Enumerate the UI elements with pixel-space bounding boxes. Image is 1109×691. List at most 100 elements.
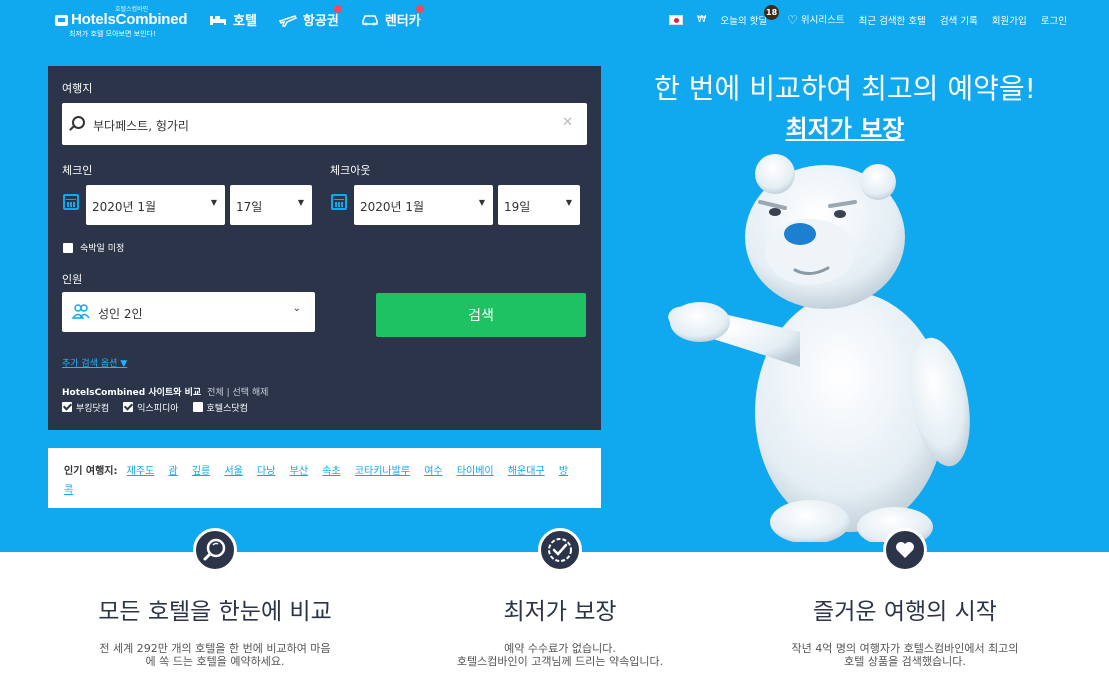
recent-hotels-link[interactable]: 최근 검색한 호텔 — [859, 13, 926, 27]
dropdown-arrow-icon: ▼ — [210, 198, 217, 207]
destination-link[interactable]: 서울 — [224, 466, 242, 477]
nav-hotels[interactable]: 호텔 — [209, 10, 257, 29]
no-dates-label: 숙박일 미정 — [80, 244, 125, 254]
destination-link[interactable]: 타이베이 — [457, 466, 494, 477]
destination-link[interactable]: 코타키나발루 — [355, 466, 410, 477]
site-option-booking[interactable]: 부킹닷컴 — [62, 401, 109, 414]
search-icon — [72, 116, 85, 129]
headline-main: 한 번에 비교하여 최고의 예약을! — [654, 72, 1036, 105]
more-search-options-link[interactable]: 추가 검색 옵션 ▼ — [62, 356, 127, 369]
feature-desc-line: 전 세계 292만 개의 호텔을 한 번에 비교하여 마음 — [99, 642, 331, 655]
top-navigation-bar: 호텔스컴바인 HotelsCombined 최저가 호텔 모아보면 보인다! 호… — [0, 0, 1109, 42]
destination-link[interactable]: 제주도 — [127, 466, 155, 477]
site-label: 익스피디아 — [137, 404, 179, 414]
nav-cars-label: 렌터카 — [384, 14, 421, 29]
heart-icon — [883, 528, 927, 572]
airplane-icon — [278, 14, 297, 27]
site-checkbox[interactable] — [62, 402, 72, 412]
nav-flights[interactable]: 항공권 — [278, 5, 342, 29]
site-checkbox[interactable] — [192, 402, 203, 412]
heart-icon: ♡ — [787, 13, 798, 27]
compare-sites-header: HotelsCombined 사이트와 비교 전체 | 선택 해제 — [62, 385, 268, 398]
guests-value: 성인 2인 — [98, 307, 143, 321]
calendar-icon[interactable] — [63, 194, 79, 210]
destination-link[interactable]: 해운대구 — [508, 466, 545, 477]
feature-desc-line: 에 쏙 드는 호텔을 예약하세요. — [145, 655, 285, 668]
nav-cars[interactable]: 렌터카 — [361, 5, 424, 29]
compare-sites-list: 부킹닷컴 익스피디아 호텔스닷컴 — [62, 401, 248, 414]
headline-best-price[interactable]: 최저가 보장 — [625, 109, 1065, 144]
destination-link[interactable]: 괌 — [168, 466, 177, 477]
destination-link[interactable]: 부산 — [290, 466, 308, 477]
feature-travel-start: 즐거운 여행의 시작 작년 4억 명의 여행자가 호텔스컴바인에서 최고의 호텔… — [725, 528, 1085, 668]
wishlist-link[interactable]: ♡ 위시리스트 — [787, 12, 844, 27]
compare-toggle-link[interactable]: 전체 | 선택 해제 — [207, 388, 268, 398]
site-option-hotels[interactable]: 호텔스닷컴 — [192, 401, 248, 414]
destination-link[interactable]: 다낭 — [257, 466, 275, 477]
checkin-month-select[interactable]: 2020년 1월 ▼ — [86, 185, 225, 225]
calendar-icon[interactable] — [331, 194, 347, 210]
logo-tagline: 최저가 호텔 모아보면 보인다! — [69, 30, 156, 38]
checkmark-badge-icon — [538, 528, 582, 572]
dropdown-arrow-icon: ▼ — [478, 198, 485, 207]
destination-input[interactable]: 부다페스트, 헝가리 ✕ — [62, 103, 587, 145]
checkout-day-value: 19일 — [504, 200, 531, 214]
checkout-month-value: 2020년 1월 — [360, 200, 425, 214]
notification-dot — [415, 5, 424, 13]
feature-description: 전 세계 292만 개의 호텔을 한 번에 비교하여 마음 에 쏙 드는 호텔을… — [35, 642, 395, 668]
destination-link[interactable]: 속초 — [322, 466, 340, 477]
feature-compare-all: 모든 호텔을 한눈에 비교 전 세계 292만 개의 호텔을 한 번에 비교하여… — [35, 528, 395, 668]
compare-label: HotelsCombined 사이트와 비교 — [62, 388, 202, 398]
checkin-day-value: 17일 — [236, 200, 263, 214]
guests-label: 인원 — [62, 273, 83, 286]
checkout-day-select[interactable]: 19일 ▼ — [498, 185, 580, 225]
car-icon — [362, 14, 378, 25]
feature-best-price: 최저가 보장 예약 수수료가 없습니다. 호텔스컴바인이 고객님께 드리는 약속… — [380, 528, 740, 668]
magnifier-icon — [193, 528, 237, 572]
feature-desc-line: 작년 4억 명의 여행자가 호텔스컴바인에서 최고의 — [791, 642, 1019, 655]
polar-bear-mascot — [668, 154, 970, 542]
checkout-month-select[interactable]: 2020년 1월 ▼ — [354, 185, 493, 225]
feature-desc-line: 호텔 상품을 검색했습니다. — [844, 655, 966, 668]
people-icon — [72, 304, 90, 319]
destination-link[interactable]: 깊릉 — [192, 466, 210, 477]
checkin-label: 체크인 — [62, 164, 93, 177]
search-button[interactable]: 검색 — [376, 293, 586, 337]
site-label: 호텔스닷컴 — [206, 404, 248, 414]
site-checkbox[interactable] — [123, 402, 134, 412]
site-option-expedia[interactable]: 익스피디아 — [123, 401, 179, 414]
checkin-day-select[interactable]: 17일 ▼ — [230, 185, 312, 225]
destination-label: 여행지 — [62, 82, 93, 95]
hotelscombined-logo[interactable]: 호텔스컴바인 HotelsCombined 최저가 호텔 모아보면 보인다! — [55, 4, 188, 38]
korea-flag-icon[interactable] — [668, 14, 683, 25]
chevron-down-icon: ⌄ — [292, 303, 301, 314]
todays-deals-label: 오늘의 핫딜 — [720, 15, 768, 27]
currency-selector[interactable]: ₩ — [697, 14, 706, 25]
search-history-link[interactable]: 검색 기록 — [940, 13, 978, 27]
logo-name: HotelsCombined — [71, 11, 188, 28]
feature-title: 즐거운 여행의 시작 — [813, 599, 997, 625]
popular-destinations: 인기 여행지: 제주도 괌 깊릉 서울 다낭 부산 속초 코타키나발루 여수 타… — [48, 448, 601, 508]
no-dates-checkbox[interactable] — [63, 243, 73, 253]
nav-flights-label: 항공권 — [302, 14, 339, 29]
login-link[interactable]: 로그인 — [1041, 13, 1067, 27]
deals-count-badge: 18 — [764, 4, 780, 20]
todays-deals-link[interactable]: 오늘의 핫딜 18 — [720, 4, 780, 27]
nav-hotels-label: 호텔 — [233, 14, 257, 29]
notification-dot — [333, 5, 342, 13]
feature-title: 모든 호텔을 한눈에 비교 — [98, 599, 332, 625]
destination-value: 부다페스트, 헝가리 — [93, 119, 189, 133]
destination-link[interactable]: 여수 — [424, 466, 442, 477]
site-label: 부킹닷컴 — [76, 404, 110, 414]
hotel-search-panel: 여행지 부다페스트, 헝가리 ✕ 체크인 2020년 1월 ▼ 17일 ▼ 체크… — [48, 66, 601, 430]
dropdown-arrow-icon: ▼ — [297, 198, 304, 207]
feature-title: 최저가 보장 — [503, 599, 617, 625]
guests-select[interactable]: 성인 2인 ⌄ — [62, 292, 315, 332]
clear-icon[interactable]: ✕ — [562, 115, 573, 130]
dropdown-arrow-icon: ▼ — [565, 198, 572, 207]
checkout-label: 체크아웃 — [330, 164, 371, 177]
checkin-month-value: 2020년 1월 — [92, 200, 157, 214]
signup-link[interactable]: 회원가입 — [992, 13, 1027, 27]
wishlist-label: 위시리스트 — [800, 15, 845, 26]
hero-section: 한 번에 비교하여 최고의 예약을! 최저가 보장 여행지 부다페스트, 헝가리… — [0, 42, 1109, 552]
